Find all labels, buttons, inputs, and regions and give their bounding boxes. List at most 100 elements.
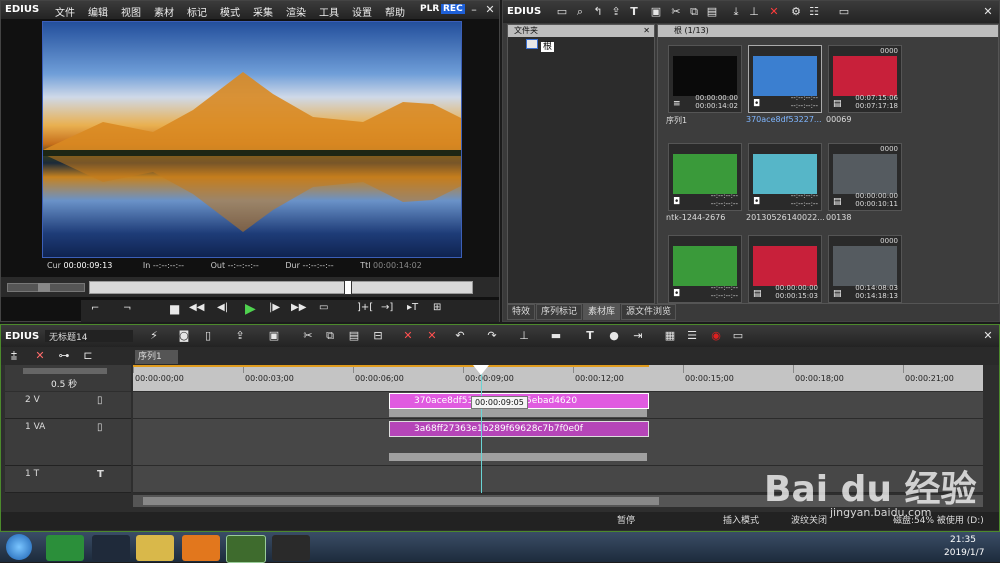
snapshot-icon[interactable]: ◙ (177, 329, 191, 343)
tab-library[interactable]: 素材库 (583, 304, 621, 320)
capture-icon[interactable]: ▣ (649, 5, 663, 19)
stop-icon[interactable]: ■ (169, 302, 180, 316)
clip-thumbnail[interactable]: --:--:--:-- --:--:--:-- ◘ (748, 45, 822, 113)
open-icon[interactable]: ⇪ (609, 5, 623, 19)
mic-icon[interactable]: ● (607, 329, 621, 343)
save-icon[interactable]: ▣ (267, 329, 281, 343)
jog-handle[interactable] (38, 283, 50, 292)
up-icon[interactable]: ↰ (591, 5, 605, 19)
marker-icon[interactable]: ⊥ (517, 329, 531, 343)
insert-icon[interactable]: ]+[ (357, 302, 373, 313)
clip-thumbnail[interactable]: 00:00:00:00 00:00:15:03 ▤ (748, 235, 822, 303)
track-header-2v[interactable]: 2 V ▯ (5, 392, 131, 419)
clip-thumbnail[interactable]: 0000 00:14:08:03 00:14:18:13 ▤ (828, 235, 902, 303)
overwrite-icon[interactable]: →] (381, 302, 393, 313)
track-header-1va[interactable]: 1 VA ▯ (5, 419, 131, 466)
set-out-button[interactable]: ¬ (123, 303, 131, 314)
clip-thumbnail[interactable]: 00:00:00:00 00:00:14:02 ≡ (668, 45, 742, 113)
step-back-icon[interactable]: ◀| (217, 302, 228, 313)
set-in-button[interactable]: ⌐ (91, 303, 99, 314)
rewind-icon[interactable]: ◀◀ (189, 302, 204, 313)
start-button[interactable] (6, 534, 32, 560)
hscroll-thumb[interactable] (143, 497, 659, 505)
folder-pane-close-icon[interactable]: ✕ (643, 25, 650, 37)
delete-tl-icon[interactable]: ✕ (425, 329, 439, 343)
export-icon[interactable]: ⇥ (631, 329, 645, 343)
copy-icon[interactable]: ⧉ (687, 5, 701, 19)
insert-timeline-icon[interactable]: ⊥ (747, 5, 761, 19)
play-icon[interactable]: ▶ (245, 301, 256, 317)
timeline-ruler[interactable]: 00:00:00;00 00:00:03;00 00:00:06;00 00:00:0… (133, 365, 983, 391)
taskbar-app-explorer[interactable] (136, 535, 174, 561)
playhead-handle[interactable] (473, 365, 489, 375)
taskbar-app-firefox[interactable] (182, 535, 220, 561)
view-icon[interactable]: ☷ (807, 5, 821, 19)
loop-icon[interactable]: ▭ (319, 302, 328, 313)
mode-icon[interactable]: ⚡ (147, 329, 161, 343)
menu-tools[interactable]: 工具 (319, 8, 339, 19)
bin-menu-icon[interactable]: ▭ (837, 5, 851, 19)
title-tl-icon[interactable]: T (583, 329, 597, 343)
bin-close-icon[interactable]: ✕ (981, 5, 995, 19)
trim-icon[interactable]: ▸T (407, 302, 418, 313)
clock-time[interactable]: 21:35 (950, 535, 976, 545)
menu-file[interactable]: 文件 (55, 8, 75, 19)
sync-icon[interactable]: ⩲ (7, 349, 21, 363)
clip-va[interactable]: 3a68ff27363e1b289f69628c7b7f0e0f (389, 421, 649, 437)
zoom-value[interactable]: 0.5 秒 (51, 377, 77, 390)
cut-tl-icon[interactable]: ✂ (301, 329, 315, 343)
link-icon[interactable]: ⊶ (57, 349, 71, 363)
delete-icon[interactable]: ✕ (767, 5, 781, 19)
clip-thumbnail[interactable]: --:--:--:-- --:--:--:-- ◘ (668, 143, 742, 211)
clip-thumbnail[interactable]: 0000 00:00:00:00 00:00:10:11 ▤ (828, 143, 902, 211)
grid-icon[interactable]: ▦ (663, 329, 677, 343)
step-forward-icon[interactable]: |▶ (269, 302, 280, 313)
ripple-icon[interactable]: ✕ (33, 349, 47, 363)
folder-root[interactable]: 根 (526, 39, 555, 52)
clip-thumbnail[interactable]: --:--:--:-- --:--:--:-- ◘ (748, 143, 822, 211)
open-project-icon[interactable]: ⇪ (233, 329, 247, 343)
menu-mode[interactable]: 模式 (220, 8, 240, 19)
sequence-tab[interactable]: 序列1 (135, 350, 178, 364)
taskbar-app-browser[interactable] (46, 535, 84, 561)
clip-thumbnail[interactable]: 0000 00:07:15:06 00:07:17:18 ▤ (828, 45, 902, 113)
plr-button[interactable]: PLR (420, 4, 439, 14)
taskbar-app-recorder[interactable] (272, 535, 310, 561)
menu-render[interactable]: 渲染 (286, 8, 306, 19)
menu-view[interactable]: 视图 (121, 8, 141, 19)
jog-slider[interactable] (7, 283, 85, 292)
position-handle[interactable] (344, 280, 352, 295)
new-sequence-icon[interactable]: ▯ (201, 329, 215, 343)
timeline-close-icon[interactable]: ✕ (981, 329, 995, 343)
mixer-icon[interactable]: ☰ (685, 329, 699, 343)
menu-capture[interactable]: 采集 (253, 8, 273, 19)
tab-sequence-markers[interactable]: 序列标记 (536, 304, 583, 320)
taskbar-app-edius[interactable] (226, 535, 266, 563)
clock-date[interactable]: 2019/1/7 (944, 548, 984, 558)
tab-effects[interactable]: 特效 (507, 304, 536, 320)
minimize-icon[interactable]: – (467, 3, 481, 17)
record-tl-icon[interactable]: ◉ (709, 329, 723, 343)
copy-tl-icon[interactable]: ⧉ (323, 329, 337, 343)
cut-icon[interactable]: ✂ (669, 5, 683, 19)
undo-icon[interactable]: ↶ (453, 329, 467, 343)
paste-tl-icon[interactable]: ▤ (347, 329, 361, 343)
menu-edit[interactable]: 编辑 (88, 8, 108, 19)
fast-forward-icon[interactable]: ▶▶ (291, 302, 306, 313)
position-slider[interactable] (89, 280, 473, 295)
menu-marker[interactable]: 标记 (187, 8, 207, 19)
redo-icon[interactable]: ↷ (485, 329, 499, 343)
taskbar-app-qq[interactable] (92, 535, 130, 561)
playhead[interactable] (481, 365, 482, 493)
folder-icon[interactable]: ▭ (555, 5, 569, 19)
title-icon[interactable]: T (627, 5, 641, 19)
menu-settings[interactable]: 设置 (352, 8, 372, 19)
add-to-timeline-icon[interactable]: ⤓ (729, 5, 743, 19)
track-mode-icon[interactable]: ▯ (97, 395, 103, 406)
paste-icon[interactable]: ▤ (705, 5, 719, 19)
tab-source-browser[interactable]: 源文件浏览 (621, 304, 677, 320)
menu-help[interactable]: 帮助 (385, 8, 405, 19)
track-header-1t[interactable]: 1 T T (5, 466, 131, 493)
trim-tl-icon[interactable]: ▬ (549, 329, 563, 343)
zoom-slider[interactable] (23, 368, 107, 374)
